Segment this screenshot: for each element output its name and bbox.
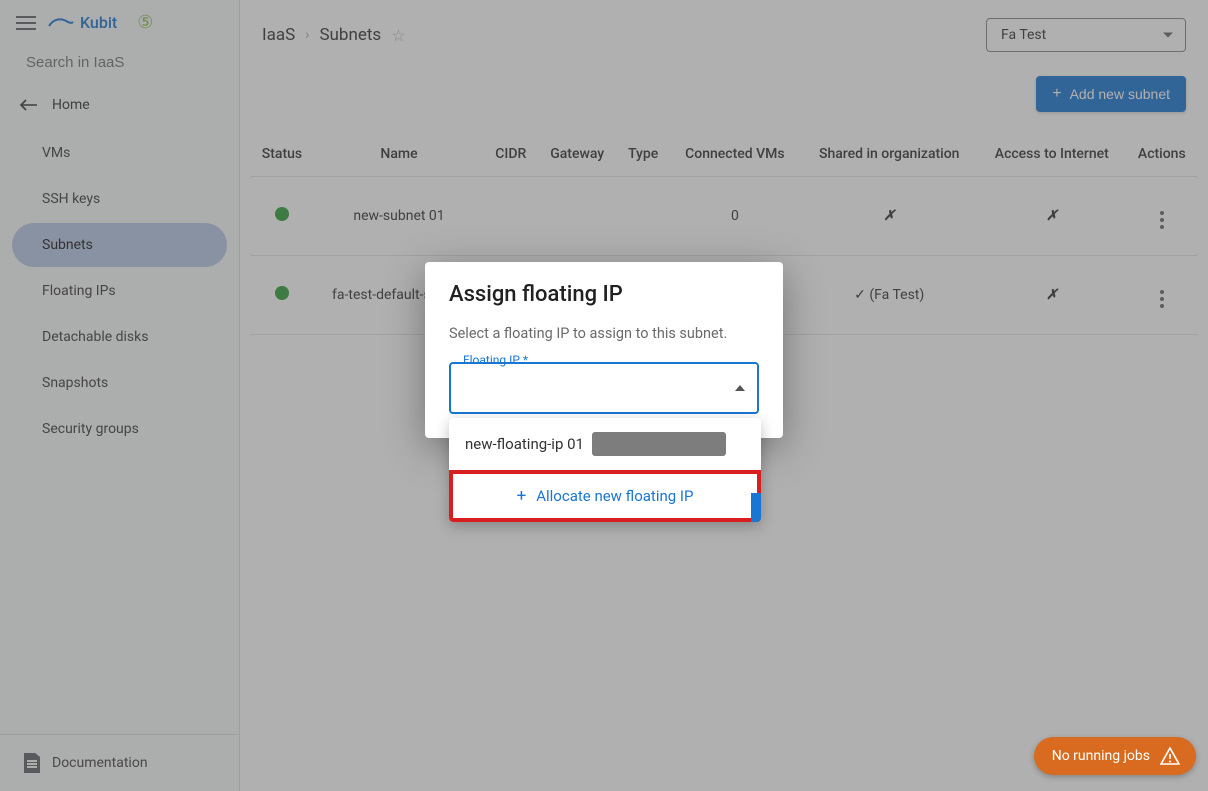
dialog-description: Select a floating IP to assign to this s… <box>449 325 759 342</box>
chevron-up-icon <box>735 385 745 391</box>
plus-icon: + <box>517 486 527 506</box>
dialog-submit-button[interactable] <box>751 493 761 522</box>
assign-floating-ip-dialog: Assign floating IP Select a floating IP … <box>425 262 783 438</box>
floating-ip-dropdown: new-floating-ip 01 + Allocate new floati… <box>449 418 761 522</box>
dialog-title: Assign floating IP <box>449 282 759 307</box>
allocate-new-floating-ip-button[interactable]: + Allocate new floating IP <box>449 470 761 522</box>
floating-ip-option[interactable]: new-floating-ip 01 <box>449 418 761 470</box>
redacted-ip <box>592 432 726 456</box>
floating-ip-select[interactable] <box>449 362 759 414</box>
modal-overlay[interactable]: Assign floating IP Select a floating IP … <box>0 0 1208 791</box>
jobs-status-pill[interactable]: No running jobs <box>1034 737 1196 775</box>
warning-icon <box>1160 747 1180 765</box>
